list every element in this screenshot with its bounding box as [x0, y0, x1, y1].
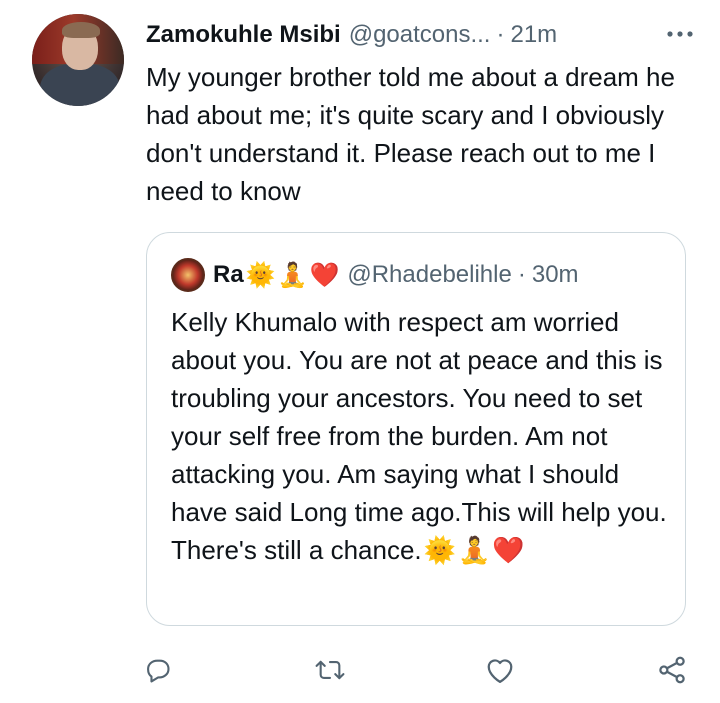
- quoted-author-handle[interactable]: @Rhadebelihle: [347, 261, 511, 289]
- separator-dot: ·: [496, 21, 505, 48]
- share-icon: [659, 656, 685, 684]
- quoted-tweet-timestamp[interactable]: 30m: [532, 261, 579, 289]
- heart-emoji-icon: ❤️: [309, 261, 340, 289]
- heart-icon: [487, 659, 513, 683]
- meditation-emoji-icon: 🧘: [277, 261, 308, 289]
- quoted-author-name[interactable]: Ra: [213, 261, 244, 289]
- avatar-body: [40, 64, 120, 106]
- separator-dot: ·: [517, 261, 526, 288]
- reply-icon: [147, 659, 170, 683]
- quoted-tweet[interactable]: Ra 🌞 🧘 ❤️ @Rhadebelihle · 30m Kelly Khum…: [146, 232, 686, 626]
- avatar-hair: [62, 22, 100, 38]
- quoted-author-avatar[interactable]: [171, 258, 205, 292]
- tweet-header: Zamokuhle Msibi @goatcons... · 21m: [146, 20, 700, 50]
- author-handle[interactable]: @goatcons...: [349, 21, 491, 49]
- tweet-text: My younger brother told me about a dream…: [146, 62, 675, 206]
- sun-emoji-icon: 🌞: [245, 261, 276, 289]
- meditation-emoji-icon: 🧘: [458, 535, 491, 565]
- tweet-timestamp[interactable]: 21m: [510, 21, 557, 49]
- retweet-button[interactable]: [310, 650, 350, 690]
- like-button[interactable]: [480, 650, 520, 690]
- tweet-actions: [146, 650, 696, 690]
- quoted-tweet-body: Kelly Khumalo with respect am worried ab…: [171, 307, 667, 565]
- author-name[interactable]: Zamokuhle Msibi: [146, 21, 341, 49]
- sun-emoji-icon: 🌞: [423, 535, 457, 565]
- author-avatar[interactable]: [32, 14, 124, 106]
- retweet-icon: [315, 660, 345, 680]
- share-button[interactable]: [652, 650, 692, 690]
- more-options-icon[interactable]: [662, 18, 698, 50]
- quoted-tweet-text: Kelly Khumalo with respect am worried ab…: [171, 303, 667, 569]
- quoted-tweet-header: Ra 🌞 🧘 ❤️ @Rhadebelihle · 30m: [171, 255, 579, 295]
- heart-emoji-icon: ❤️: [492, 535, 525, 565]
- reply-button[interactable]: [138, 650, 178, 690]
